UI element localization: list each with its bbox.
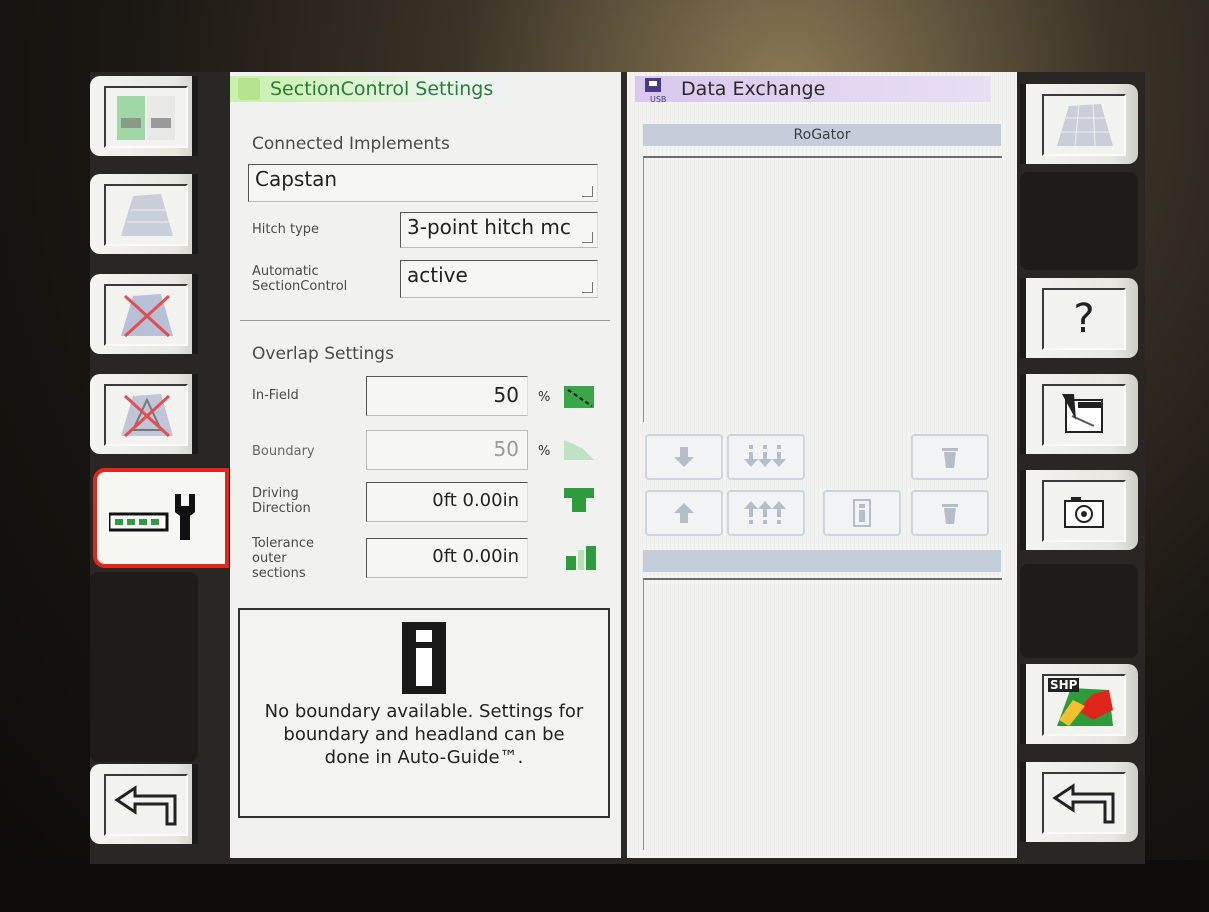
arrows-down-all-icon <box>744 445 786 467</box>
softkey-screenshot[interactable] <box>1020 470 1138 550</box>
no-boundary-info-box: No boundary available. Settings for boun… <box>238 608 610 818</box>
tolerance-icon <box>564 544 598 576</box>
back-arrow-icon <box>1042 772 1126 834</box>
hitch-type-value: 3-point hitch mc <box>407 215 571 239</box>
divider <box>240 320 610 321</box>
section-control-title-bar: SectionControl Settings <box>230 75 502 103</box>
download-all-button[interactable] <box>727 434 805 480</box>
hitch-type-field[interactable]: 3-point hitch mc <box>400 212 598 248</box>
overlap-settings-heading: Overlap Settings <box>252 344 394 364</box>
auto-sectioncontrol-field[interactable]: active <box>400 260 598 298</box>
shp-map-icon: SHP <box>1042 674 1126 736</box>
softkey-notes[interactable] <box>1020 374 1138 454</box>
in-field-overlap-icon <box>562 384 596 414</box>
right-empty-slot-top <box>1020 172 1138 270</box>
hitch-type-label: Hitch type <box>252 222 320 237</box>
softkey-back-right[interactable] <box>1020 762 1138 842</box>
upload-all-button[interactable] <box>727 490 805 536</box>
delete-bottom-button[interactable] <box>911 490 989 536</box>
softkey-field-view-right[interactable] <box>1020 84 1138 164</box>
in-field-input[interactable]: 50 <box>366 376 528 416</box>
notepad-icon <box>1042 384 1126 446</box>
connected-implements-heading: Connected Implements <box>252 134 450 154</box>
arrows-up-all-icon <box>744 501 786 524</box>
delete-top-button[interactable] <box>911 434 989 480</box>
terminal-file-list[interactable] <box>643 156 1002 422</box>
softkey-help[interactable]: ? <box>1020 278 1138 358</box>
field-map-icon <box>104 184 188 246</box>
data-exchange-title: USB Data Exchange <box>635 75 991 104</box>
field-grid-icon <box>1042 94 1126 156</box>
upload-one-button[interactable] <box>645 490 723 536</box>
info-button[interactable] <box>823 490 901 536</box>
implement-view-icon <box>104 86 188 148</box>
trash-icon <box>942 448 958 468</box>
softkey-section-settings[interactable] <box>93 468 229 568</box>
usb-file-list[interactable] <box>643 578 1002 850</box>
boundary-label: Boundary <box>252 444 315 459</box>
auto-sectioncontrol-value: active <box>407 263 468 287</box>
rogator-list-header: RoGator <box>643 124 1001 146</box>
download-one-button[interactable] <box>645 434 723 480</box>
in-field-unit: % <box>538 390 551 405</box>
bezel <box>0 860 1209 912</box>
usb-label: USB <box>650 95 667 104</box>
usb-list-header <box>643 550 1001 572</box>
section-control-icon <box>238 78 260 101</box>
arrow-down-icon <box>674 447 694 467</box>
softkey-delete-coverage[interactable] <box>90 274 198 354</box>
softkey-shp-export[interactable]: SHP <box>1020 664 1138 744</box>
section-control-title: SectionControl Settings <box>230 75 502 103</box>
data-exchange-panel: USB Data Exchange RoGator <box>627 72 1017 858</box>
tolerance-input[interactable]: 0ft 0.00in <box>366 538 528 578</box>
driving-direction-input[interactable]: 0ft 0.00in <box>366 482 528 522</box>
camera-icon <box>1042 480 1126 542</box>
section-control-panel: SectionControl Settings Connected Implem… <box>230 72 621 858</box>
terminal-screen: SectionControl Settings Connected Implem… <box>90 72 1145 864</box>
delete-boundary-icon <box>104 384 188 446</box>
data-exchange-title-bar: USB Data Exchange <box>635 75 991 104</box>
implement-field[interactable]: Capstan <box>248 164 598 202</box>
softkey-delete-boundary[interactable] <box>90 374 198 454</box>
left-empty-slot <box>90 572 198 762</box>
softkey-implement-view[interactable] <box>90 76 198 156</box>
implement-value: Capstan <box>255 167 338 191</box>
in-field-label: In-Field <box>252 388 299 403</box>
softkey-field-map[interactable] <box>90 174 198 254</box>
right-empty-slot-bottom <box>1020 564 1138 658</box>
arrow-up-icon <box>674 503 694 523</box>
boundary-overlap-icon <box>562 436 596 466</box>
delete-coverage-icon <box>104 284 188 346</box>
info-small-icon <box>853 499 871 527</box>
back-arrow-icon <box>104 774 188 836</box>
auto-sectioncontrol-label: Automatic SectionControl <box>252 264 348 294</box>
info-message: No boundary available. Settings for boun… <box>264 701 584 768</box>
wrench-sections-icon <box>107 492 213 546</box>
boundary-unit: % <box>538 444 551 459</box>
driving-direction-label: Driving Direction <box>252 486 311 516</box>
tolerance-outer-sections-label: Tolerance outer sections <box>252 536 314 581</box>
trash-icon <box>942 504 958 524</box>
softkey-back-left[interactable] <box>90 764 198 844</box>
boundary-input[interactable]: 50 <box>366 430 528 470</box>
info-icon <box>402 622 446 694</box>
help-icon: ? <box>1042 288 1126 350</box>
shp-label: SHP <box>1048 678 1080 692</box>
driving-direction-icon <box>562 486 596 518</box>
